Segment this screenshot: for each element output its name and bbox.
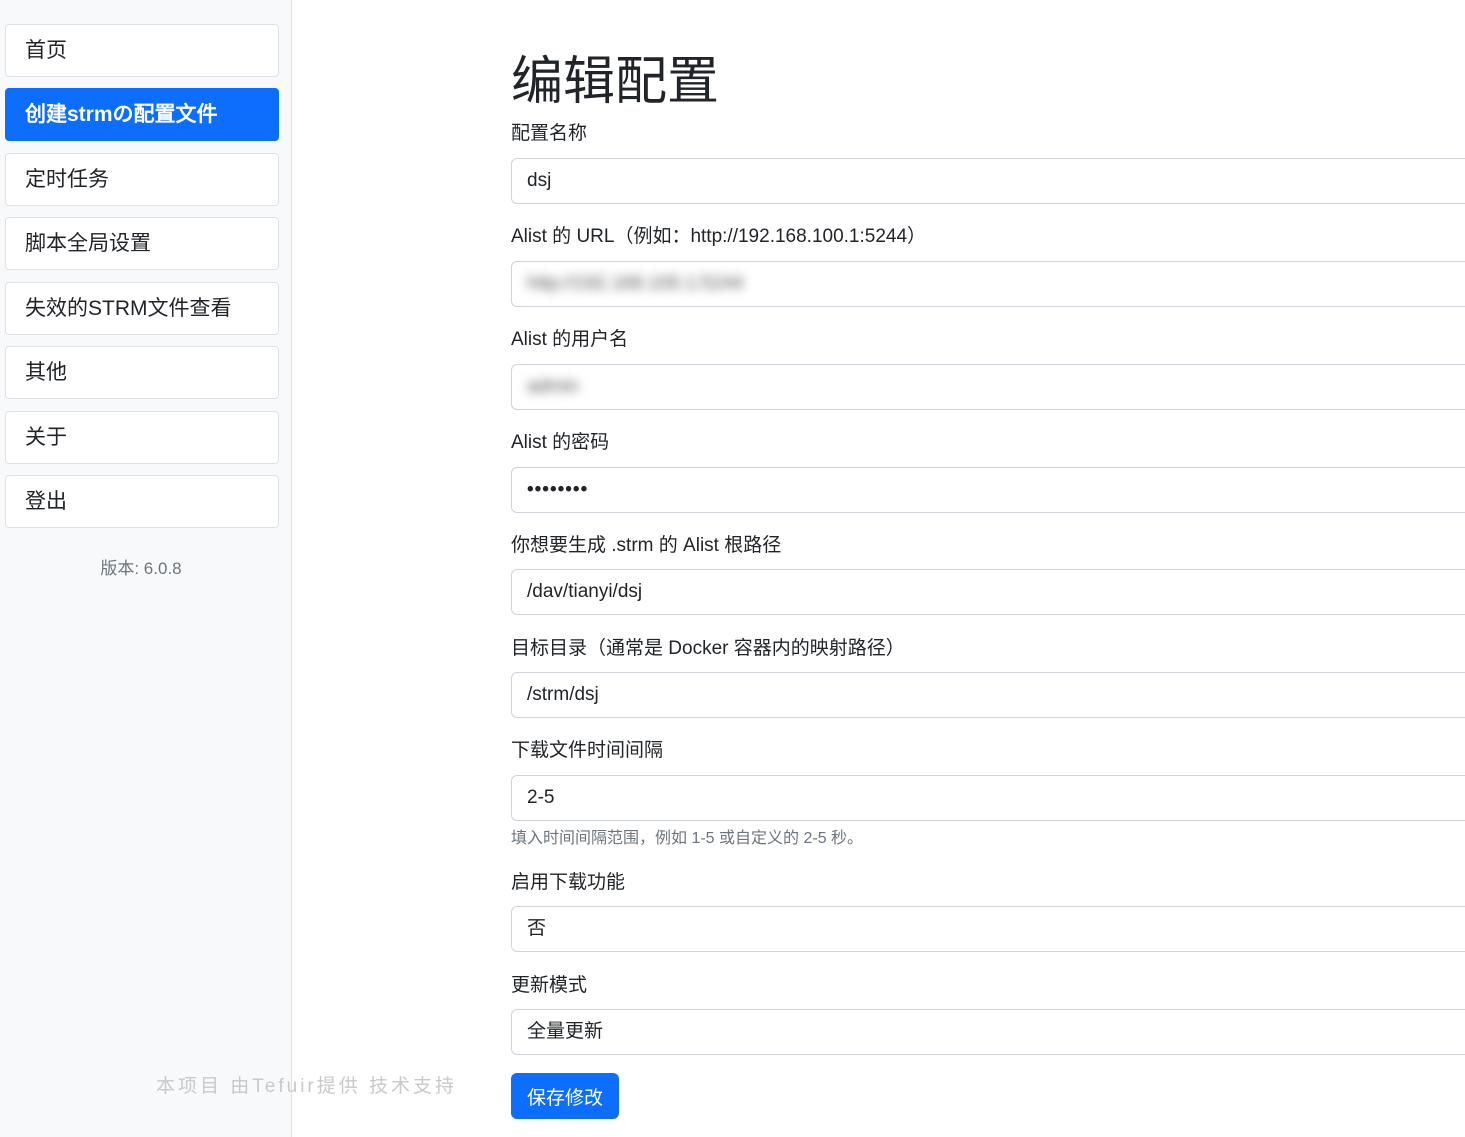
sidebar-item-scheduled-tasks[interactable]: 定时任务: [5, 153, 279, 206]
alist-url-label: Alist 的 URL（例如：http://192.168.100.1:5244…: [511, 226, 927, 247]
alist-username-value: admin: [527, 376, 579, 397]
sidebar-item-other[interactable]: 其他: [5, 346, 279, 399]
alist-password-label: Alist 的密码: [511, 432, 610, 453]
alist-url-input[interactable]: http://192.168.100.1:5244: [511, 261, 1465, 307]
alist-username-label: Alist 的用户名: [511, 329, 629, 350]
alist-url-value: http://192.168.100.1:5244: [527, 273, 744, 294]
sidebar-item-logout[interactable]: 登出: [5, 475, 279, 528]
download-interval-label: 下载文件时间间隔: [511, 740, 664, 761]
alist-root-path-input[interactable]: /dav/tianyi/dsj: [511, 569, 1465, 615]
sidebar-item-global-settings[interactable]: 脚本全局设置: [5, 217, 279, 270]
footer-credit: 本项目 由Tefuir提供 技术支持: [156, 1076, 458, 1097]
config-name-label: 配置名称: [511, 123, 588, 144]
edit-config-form: 编辑配置 配置名称 dsj Alist 的 URL（例如：http://192.…: [511, 0, 1465, 1137]
sidebar-item-about[interactable]: 关于: [5, 411, 279, 464]
save-button[interactable]: 保存修改: [511, 1073, 619, 1119]
sidebar-item-home[interactable]: 首页: [5, 24, 279, 77]
enable-download-label: 启用下载功能: [511, 872, 626, 893]
download-interval-help: 填入时间间隔范围，例如 1-5 或自定义的 2-5 秒。: [511, 830, 864, 847]
enable-download-select[interactable]: 否: [511, 906, 1465, 952]
target-directory-input[interactable]: /strm/dsj: [511, 672, 1465, 718]
alist-username-input[interactable]: admin: [511, 364, 1465, 410]
sidebar-item-invalid-strm-files[interactable]: 失效的STRM文件查看: [5, 282, 279, 335]
target-directory-label: 目标目录（通常是 Docker 容器内的映射路径）: [511, 638, 905, 659]
update-mode-select[interactable]: 全量更新: [511, 1009, 1465, 1055]
alist-password-input[interactable]: ••••••••: [511, 467, 1465, 513]
page-title: 编辑配置: [511, 53, 720, 111]
sidebar: 首页 创建strmの配置文件 定时任务 脚本全局设置 失效的STRM文件查看 其…: [0, 0, 292, 1137]
sidebar-item-create-strm-config[interactable]: 创建strmの配置文件: [5, 88, 279, 141]
config-name-input[interactable]: dsj: [511, 158, 1465, 204]
alist-root-path-label: 你想要生成 .strm 的 Alist 根路径: [511, 535, 782, 556]
version-label: 版本: 6.0.8: [100, 559, 182, 578]
update-mode-label: 更新模式: [511, 975, 588, 996]
download-interval-input[interactable]: 2-5: [511, 775, 1465, 821]
